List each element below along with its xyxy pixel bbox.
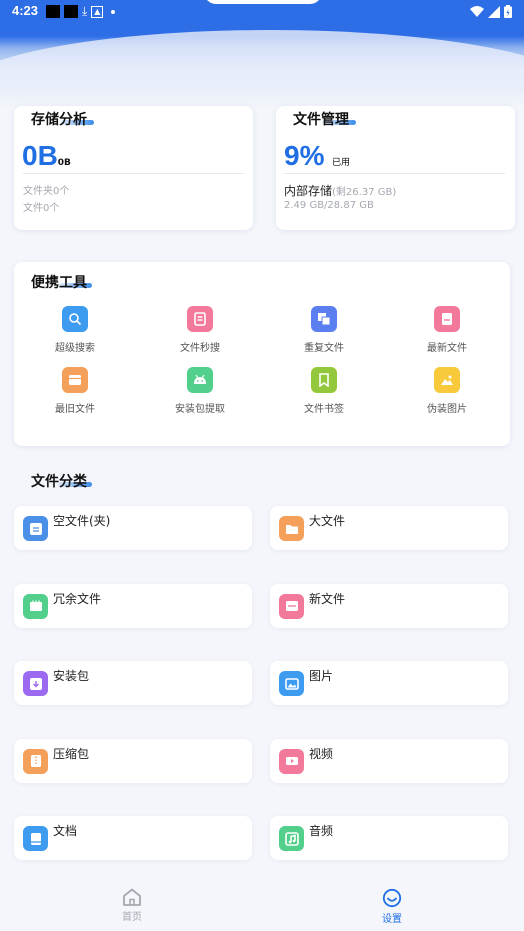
wifi-icon bbox=[470, 5, 484, 17]
tab-settings-label: 设置 bbox=[382, 914, 402, 925]
tool-document[interactable]: 文件秒搜 bbox=[150, 306, 250, 354]
image-icon bbox=[434, 367, 460, 393]
tab-settings[interactable]: 设置 bbox=[362, 888, 422, 925]
tab-home[interactable]: 首页 bbox=[102, 888, 162, 923]
tab-home-label: 首页 bbox=[122, 912, 142, 923]
category-label: 文档 bbox=[53, 824, 78, 838]
files-count: 文件0个 bbox=[23, 203, 60, 214]
tool-label: 伪装图片 bbox=[427, 404, 467, 415]
category-new-file[interactable]: 新文件 bbox=[270, 583, 508, 628]
status-time: 4:23 bbox=[12, 3, 39, 18]
storage-analysis-title: 存储分析 bbox=[31, 112, 87, 128]
redundant-icon bbox=[23, 593, 48, 619]
download-icon: ⤓ bbox=[82, 4, 88, 18]
tool-label: 重复文件 bbox=[304, 343, 344, 354]
photo-icon: ▲ bbox=[91, 5, 104, 18]
usage-percent-suffix: 已用 bbox=[332, 158, 351, 168]
category-empty-folder[interactable]: 空文件(夹) bbox=[14, 506, 252, 550]
categories-title: 文件分类 bbox=[31, 474, 87, 490]
tools-card bbox=[14, 262, 510, 446]
category-large-folder[interactable]: 大文件 bbox=[270, 506, 508, 550]
search-icon bbox=[62, 306, 88, 332]
category-doc[interactable]: 文档 bbox=[14, 816, 252, 860]
category-label: 新文件 bbox=[309, 591, 346, 606]
storage-value-unit: 0B bbox=[57, 158, 71, 168]
bottom-tabbar: 首页 设置 bbox=[0, 880, 524, 931]
folders-count: 文件夹0个 bbox=[23, 186, 70, 197]
internal-storage-line: 内部存储(剩26.37 GB) bbox=[284, 180, 396, 199]
archive-box-icon bbox=[62, 367, 88, 393]
tool-label: 最新文件 bbox=[427, 343, 467, 354]
zip-icon bbox=[23, 748, 48, 774]
video-icon bbox=[279, 748, 304, 774]
home-icon bbox=[123, 888, 141, 906]
android-icon bbox=[187, 367, 213, 393]
category-redundant[interactable]: 冗余文件 bbox=[14, 583, 252, 628]
tool-android[interactable]: 安装包提取 bbox=[150, 367, 250, 415]
category-zip[interactable]: 压缩包 bbox=[14, 738, 252, 783]
notification-icons: ⤓ ▲ bbox=[46, 4, 116, 18]
category-install-package[interactable]: 安装包 bbox=[14, 661, 252, 705]
install-package-icon bbox=[23, 671, 48, 696]
smile-icon bbox=[382, 888, 402, 908]
signal-icon bbox=[488, 5, 500, 18]
tool-image[interactable]: 伪装图片 bbox=[397, 367, 497, 415]
tool-label: 安装包提取 bbox=[175, 404, 225, 415]
tool-bookmark[interactable]: 文件书签 bbox=[274, 367, 374, 415]
file-management-divider bbox=[284, 173, 505, 174]
tool-new-badge[interactable]: 最新文件 bbox=[397, 306, 497, 354]
dot-icon bbox=[111, 9, 116, 14]
status-bar: 4:23 ⤓ ▲ bbox=[0, 0, 524, 24]
music-icon bbox=[279, 826, 304, 851]
tool-archive-box[interactable]: 最旧文件 bbox=[25, 367, 125, 415]
tools-title: 便携工具 bbox=[31, 275, 87, 291]
picture-icon bbox=[279, 671, 304, 696]
category-label: 压缩包 bbox=[53, 746, 90, 761]
new-badge-icon bbox=[434, 306, 460, 332]
storage-divider bbox=[23, 173, 244, 174]
battery-icon bbox=[504, 5, 512, 18]
tool-duplicate[interactable]: 重复文件 bbox=[274, 306, 374, 354]
header-wave bbox=[0, 30, 524, 90]
tool-label: 最旧文件 bbox=[55, 404, 95, 415]
empty-folder-icon bbox=[23, 516, 48, 541]
storage-value-number: 0B bbox=[22, 140, 58, 171]
file-management-title: 文件管理 bbox=[293, 112, 349, 128]
category-label: 空文件(夹) bbox=[53, 514, 111, 528]
category-label: 图片 bbox=[309, 669, 334, 683]
category-video[interactable]: 视频 bbox=[270, 738, 508, 783]
category-label: 冗余文件 bbox=[53, 591, 102, 606]
duplicate-icon bbox=[311, 306, 337, 332]
category-label: 音频 bbox=[309, 824, 334, 838]
large-folder-icon bbox=[279, 516, 304, 541]
internal-storage-usage: 2.49 GB/28.87 GB bbox=[284, 200, 374, 211]
storage-value: 0B0B bbox=[22, 140, 71, 172]
document-icon bbox=[187, 306, 213, 332]
tool-label: 文件书签 bbox=[304, 404, 344, 415]
category-label: 大文件 bbox=[309, 514, 346, 528]
square-icon bbox=[46, 5, 60, 18]
new-file-icon bbox=[279, 593, 304, 619]
doc-icon bbox=[23, 826, 48, 851]
internal-storage-label: 内部存储 bbox=[284, 184, 333, 198]
category-music[interactable]: 音频 bbox=[270, 816, 508, 860]
category-picture[interactable]: 图片 bbox=[270, 661, 508, 705]
square-icon bbox=[64, 5, 78, 18]
internal-storage-remaining: (剩26.37 GB) bbox=[332, 187, 397, 198]
tool-search[interactable]: 超级搜索 bbox=[25, 306, 125, 354]
tool-label: 超级搜索 bbox=[55, 343, 95, 354]
status-right-icons bbox=[470, 5, 512, 18]
usage-percent: 9% bbox=[284, 140, 325, 171]
bookmark-icon bbox=[311, 367, 337, 393]
category-label: 视频 bbox=[309, 746, 334, 761]
category-label: 安装包 bbox=[53, 669, 90, 683]
tool-label: 文件秒搜 bbox=[180, 343, 220, 354]
